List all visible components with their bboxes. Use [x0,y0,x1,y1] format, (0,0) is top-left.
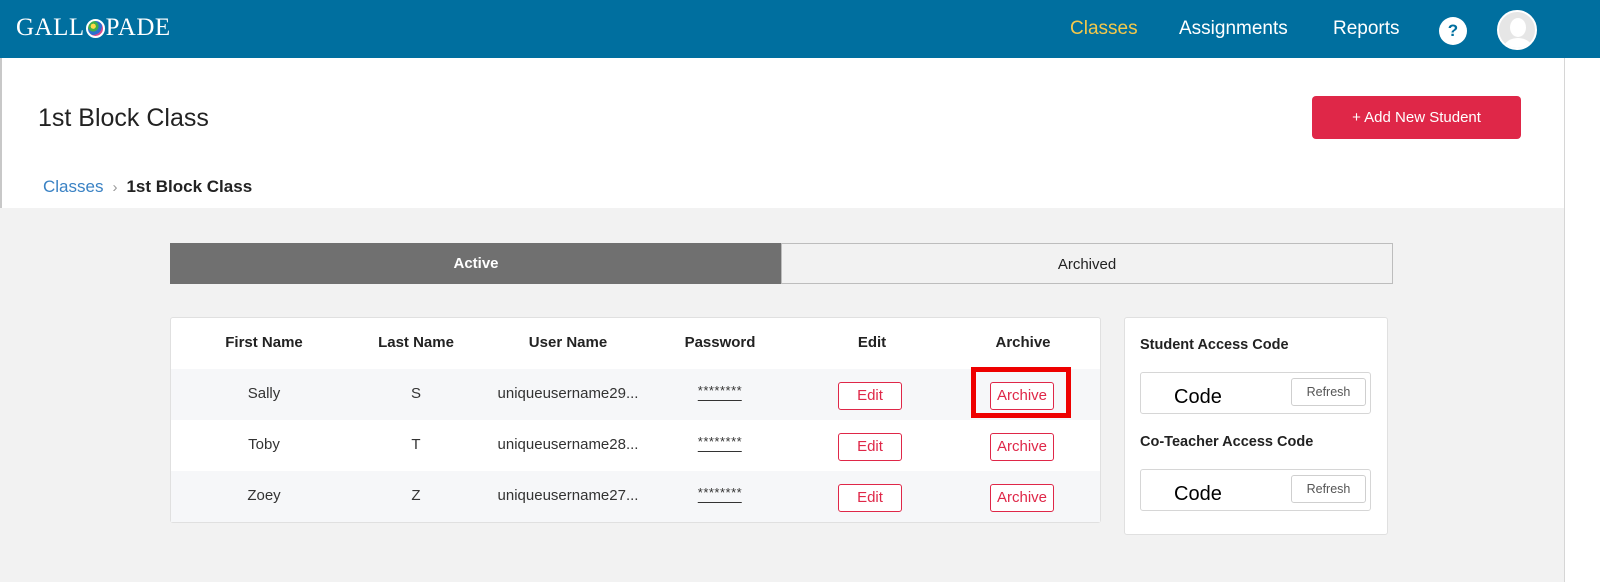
help-icon[interactable]: ? [1439,17,1467,45]
breadcrumb-current: 1st Block Class [126,177,253,196]
logo-text-left: GALL [16,14,85,41]
archive-button[interactable]: Archive [990,484,1054,512]
edit-button[interactable]: Edit [838,382,902,410]
column-header-last-name: Last Name [378,334,454,351]
cell-password-masked[interactable]: ******** [697,434,743,452]
avatar-shoulders-shape [1504,38,1532,48]
edit-button[interactable]: Edit [838,484,902,512]
tab-archived[interactable]: Archived [781,243,1393,284]
coteacher-access-code-field: Code Refresh [1140,469,1371,511]
page-title: 1st Block Class [38,104,209,132]
cell-password-masked[interactable]: ******** [697,383,743,401]
student-access-code-value: Code [1174,386,1222,408]
table-row: Sally S uniqueusername29... ******** Edi… [171,369,1100,420]
avatar-head-shape [1510,18,1526,37]
scrollbar-gutter[interactable] [1564,58,1600,582]
column-header-archive: Archive [995,334,1051,351]
cell-password-masked[interactable]: ******** [697,485,743,503]
nav-classes[interactable]: Classes [1070,18,1138,40]
nav-reports[interactable]: Reports [1333,18,1400,40]
cell-last-name: T [411,436,421,453]
edit-button[interactable]: Edit [838,433,902,461]
add-new-student-button[interactable]: + Add New Student [1312,96,1521,139]
coteacher-access-code-label: Co-Teacher Access Code [1140,434,1314,450]
column-header-password: Password [684,334,756,351]
cell-first-name: Sally [247,385,281,402]
breadcrumb-classes-link[interactable]: Classes [43,177,103,197]
column-header-user-name: User Name [528,334,608,351]
top-nav-bar: GALL PADE Classes Assignments Reports ? [0,0,1600,58]
student-access-code-field: Code Refresh [1140,372,1371,414]
column-header-edit: Edit [857,334,887,351]
student-table: First Name Last Name User Name Password … [170,317,1101,523]
user-avatar-icon[interactable] [1497,10,1537,50]
cell-user-name: uniqueusername29... [497,385,639,402]
highlight-annotation-box [971,367,1071,418]
logo-text-right: PADE [105,14,171,41]
column-header-first-name: First Name [225,334,303,351]
student-code-refresh-button[interactable]: Refresh [1291,378,1366,406]
tab-active[interactable]: Active [170,243,782,284]
breadcrumb: Classes › 1st Block Class [43,177,252,197]
cell-user-name: uniqueusername28... [497,436,639,453]
globe-logo-icon [85,18,105,38]
archive-button[interactable]: Archive [990,433,1054,461]
table-row: Toby T uniqueusername28... ******** Edit… [171,420,1100,471]
cell-first-name: Zoey [247,487,281,504]
student-access-code-label: Student Access Code [1140,337,1289,353]
gallopade-logo[interactable]: GALL PADE [16,14,171,42]
chevron-right-icon: › [112,178,118,196]
cell-last-name: Z [411,487,421,504]
access-code-card: Student Access Code Code Refresh Co-Teac… [1124,317,1388,535]
nav-assignments[interactable]: Assignments [1179,18,1288,40]
coteacher-access-code-value: Code [1174,483,1222,505]
table-row: Zoey Z uniqueusername27... ******** Edit… [171,471,1100,522]
cell-user-name: uniqueusername27... [497,487,639,504]
cell-last-name: S [410,385,422,402]
coteacher-code-refresh-button[interactable]: Refresh [1291,475,1366,503]
cell-first-name: Toby [248,436,280,453]
